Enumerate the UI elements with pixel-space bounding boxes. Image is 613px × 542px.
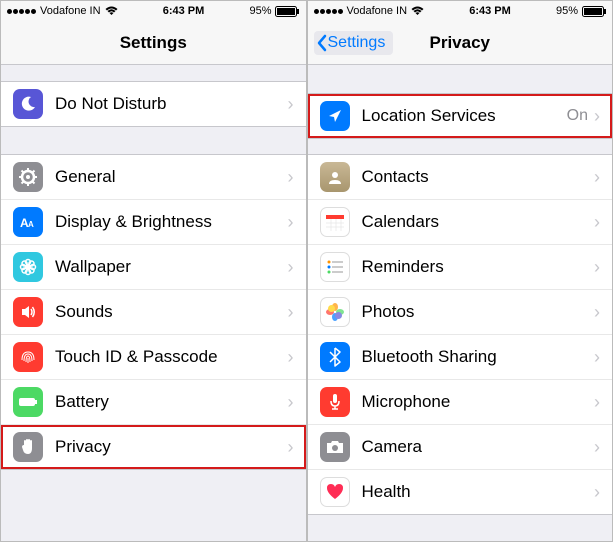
- battery-icon: [582, 6, 606, 17]
- row-label: General: [55, 167, 288, 187]
- chevron-icon: ›: [288, 392, 294, 413]
- chevron-icon: ›: [594, 106, 600, 127]
- row-label: Display & Brightness: [55, 212, 288, 232]
- flower-icon: [13, 252, 43, 282]
- row-label: Do Not Disturb: [55, 94, 288, 114]
- row-contacts[interactable]: Contacts ›: [308, 154, 613, 200]
- chevron-icon: ›: [594, 212, 600, 233]
- reminders-icon: [320, 252, 350, 282]
- row-label: Touch ID & Passcode: [55, 347, 288, 367]
- camera-icon: [320, 432, 350, 462]
- row-camera[interactable]: Camera ›: [308, 424, 613, 470]
- chevron-icon: ›: [288, 94, 294, 115]
- row-label: Location Services: [362, 106, 567, 126]
- microphone-icon: [320, 387, 350, 417]
- row-value: On: [567, 107, 588, 125]
- battery-menu-icon: [13, 387, 43, 417]
- chevron-icon: ›: [288, 437, 294, 458]
- row-display-brightness[interactable]: AA Display & Brightness ›: [1, 199, 306, 245]
- location-arrow-icon: [320, 101, 350, 131]
- text-size-icon: AA: [13, 207, 43, 237]
- chevron-icon: ›: [594, 347, 600, 368]
- time-label: 6:43 PM: [163, 5, 205, 17]
- status-bar: Vodafone IN 6:43 PM 95%: [308, 1, 613, 21]
- chevron-icon: ›: [288, 302, 294, 323]
- chevron-icon: ›: [288, 212, 294, 233]
- signal-dots-icon: [7, 9, 36, 14]
- chevron-icon: ›: [594, 392, 600, 413]
- row-label: Camera: [362, 437, 595, 457]
- gear-icon: [13, 162, 43, 192]
- row-label: Photos: [362, 302, 595, 322]
- row-microphone[interactable]: Microphone ›: [308, 379, 613, 425]
- nav-title: Settings: [120, 33, 187, 53]
- row-label: Wallpaper: [55, 257, 288, 277]
- row-label: Sounds: [55, 302, 288, 322]
- carrier-label: Vodafone IN: [40, 5, 101, 17]
- chevron-icon: ›: [288, 347, 294, 368]
- chevron-icon: ›: [288, 257, 294, 278]
- chevron-icon: ›: [288, 167, 294, 188]
- battery-label: 95%: [249, 5, 271, 17]
- row-do-not-disturb[interactable]: Do Not Disturb ›: [1, 81, 306, 127]
- row-battery[interactable]: Battery ›: [1, 379, 306, 425]
- nav-bar: Settings Privacy: [308, 21, 613, 65]
- row-wallpaper[interactable]: Wallpaper ›: [1, 244, 306, 290]
- hand-icon: [13, 432, 43, 462]
- status-bar: Vodafone IN 6:43 PM 95%: [1, 1, 306, 21]
- row-privacy[interactable]: Privacy ›: [1, 424, 306, 470]
- photos-icon: [320, 297, 350, 327]
- chevron-icon: ›: [594, 302, 600, 323]
- bluetooth-icon: [320, 342, 350, 372]
- chevron-left-icon: [316, 34, 328, 52]
- row-label: Health: [362, 482, 595, 502]
- row-bluetooth[interactable]: Bluetooth Sharing ›: [308, 334, 613, 380]
- time-label: 6:43 PM: [469, 5, 511, 17]
- row-label: Battery: [55, 392, 288, 412]
- fingerprint-icon: [13, 342, 43, 372]
- back-label: Settings: [328, 34, 386, 52]
- chevron-icon: ›: [594, 257, 600, 278]
- chevron-icon: ›: [594, 437, 600, 458]
- row-reminders[interactable]: Reminders ›: [308, 244, 613, 290]
- row-label: Bluetooth Sharing: [362, 347, 595, 367]
- calendar-icon: [320, 207, 350, 237]
- carrier-label: Vodafone IN: [347, 5, 408, 17]
- row-location-services[interactable]: Location Services On ›: [308, 93, 613, 139]
- nav-title: Privacy: [430, 33, 491, 53]
- row-label: Privacy: [55, 437, 288, 457]
- row-calendars[interactable]: Calendars ›: [308, 199, 613, 245]
- screen-settings: Vodafone IN 6:43 PM 95% Settings Do Not …: [0, 0, 307, 542]
- battery-icon: [275, 6, 299, 17]
- row-sounds[interactable]: Sounds ›: [1, 289, 306, 335]
- wifi-icon: [411, 6, 424, 16]
- row-label: Calendars: [362, 212, 595, 232]
- row-health[interactable]: Health ›: [308, 469, 613, 515]
- row-label: Reminders: [362, 257, 595, 277]
- chevron-icon: ›: [594, 167, 600, 188]
- back-button[interactable]: Settings: [314, 31, 394, 55]
- battery-label: 95%: [556, 5, 578, 17]
- row-photos[interactable]: Photos ›: [308, 289, 613, 335]
- signal-dots-icon: [314, 9, 343, 14]
- health-heart-icon: [320, 477, 350, 507]
- row-label: Contacts: [362, 167, 595, 187]
- speaker-icon: [13, 297, 43, 327]
- row-label: Microphone: [362, 392, 595, 412]
- screen-privacy: Vodafone IN 6:43 PM 95% Settings Privacy…: [307, 0, 613, 542]
- wifi-icon: [105, 6, 118, 16]
- contacts-icon: [320, 162, 350, 192]
- row-touchid[interactable]: Touch ID & Passcode ›: [1, 334, 306, 380]
- nav-bar: Settings: [1, 21, 306, 65]
- svg-text:A: A: [28, 220, 34, 229]
- row-general[interactable]: General ›: [1, 154, 306, 200]
- chevron-icon: ›: [594, 482, 600, 503]
- moon-icon: [13, 89, 43, 119]
